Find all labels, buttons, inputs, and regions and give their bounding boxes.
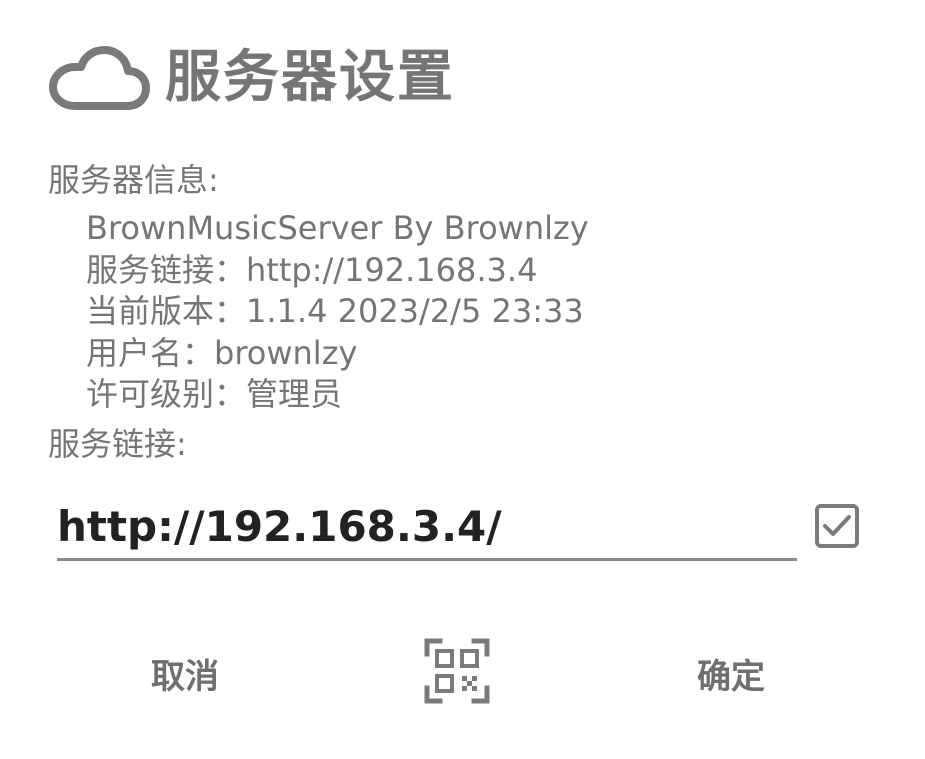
qr-scan-icon[interactable] [424, 638, 490, 704]
server-info-list: BrownMusicServer By Brownlzy 服务链接：http:/… [86, 208, 589, 416]
version-line: 当前版本：1.1.4 2023/2/5 23:33 [86, 292, 584, 330]
dialog-title-row: 服务器设置 [47, 38, 455, 118]
cloud-icon [49, 46, 150, 110]
permission-line: 许可级别：管理员 [86, 375, 343, 413]
server-info-label: 服务器信息: [48, 161, 219, 199]
server-name-line: BrownMusicServer By Brownlzy [86, 209, 589, 247]
dialog-title: 服务器设置 [165, 45, 455, 110]
https-checkbox[interactable] [814, 503, 860, 549]
cancel-button[interactable]: 取消 [110, 640, 260, 706]
confirm-button[interactable]: 确定 [656, 640, 806, 706]
server-link-label: 服务链接: [48, 425, 187, 463]
username-line: 用户名：brownlzy [86, 333, 358, 372]
server-link-line: 服务链接：http://192.168.3.4 [86, 250, 538, 289]
server-url-input[interactable] [57, 494, 797, 561]
server-settings-dialog: 服务器设置 服务器信息: BrownMusicServer By Brownlz… [0, 0, 925, 759]
